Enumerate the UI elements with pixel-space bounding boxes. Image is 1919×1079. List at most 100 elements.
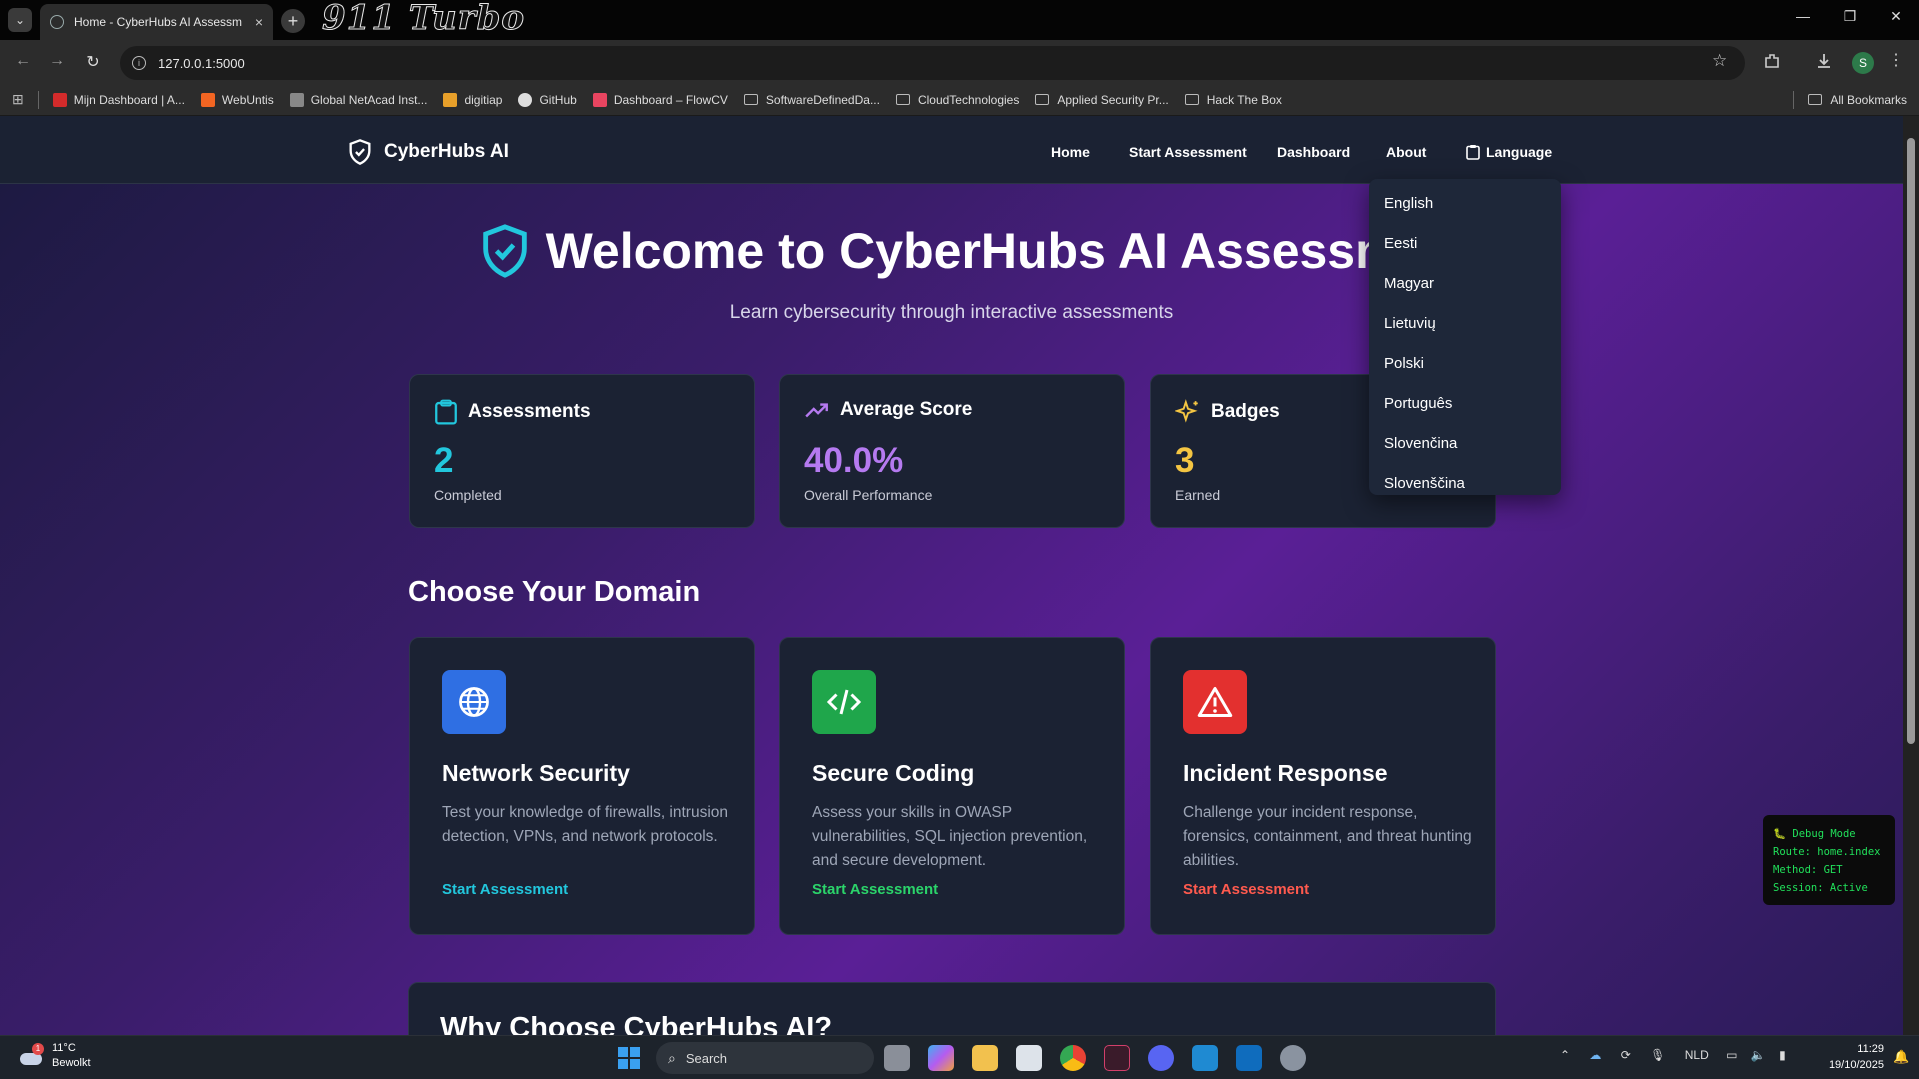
notification-bell-icon[interactable]: 🔔 [1893, 1049, 1909, 1065]
app-logo[interactable]: CyberHubs AI [346, 138, 509, 166]
nav-language[interactable]: Language [1466, 144, 1552, 160]
bookmark-label: Applied Security Pr... [1057, 92, 1169, 107]
weather-widget[interactable]: 1 11°C Bewolkt [18, 1041, 91, 1071]
vscode-icon[interactable] [1192, 1045, 1218, 1071]
bookmark-label: Hack The Box [1206, 92, 1282, 107]
close-window-button[interactable]: ✕ [1873, 8, 1919, 25]
microphone-icon[interactable]: 🎙 [1650, 1048, 1665, 1062]
onedrive-icon[interactable]: ☁ [1589, 1048, 1601, 1062]
language-option-polski[interactable]: Polski [1369, 343, 1561, 383]
bookmark-label: All Bookmarks [1830, 92, 1907, 107]
volume-icon[interactable]: 🔈 [1751, 1048, 1766, 1062]
start-assessment-link[interactable]: Start Assessment [812, 881, 938, 898]
forward-arrow-icon[interactable]: → [46, 52, 68, 70]
network-icon[interactable]: ▭ [1726, 1048, 1737, 1062]
github-icon [518, 92, 533, 107]
browser-tab-active[interactable]: Home - CyberHubs AI Assessm × [40, 4, 273, 40]
chevron-up-icon[interactable]: ⌃ [1560, 1048, 1570, 1062]
language-option-english[interactable]: English [1369, 183, 1561, 223]
domain-icon-box [812, 670, 876, 734]
debug-session: Session: Active [1773, 882, 1868, 894]
clipboard-icon [435, 399, 457, 425]
chrome-icon[interactable] [1060, 1045, 1086, 1071]
outlook-icon[interactable] [1236, 1045, 1262, 1071]
clock-time: 11:29 [1857, 1043, 1884, 1055]
file-explorer-icon[interactable] [972, 1045, 998, 1071]
domain-card-network-security[interactable]: Network Security Test your knowledge of … [409, 637, 755, 935]
folder-icon [895, 94, 910, 105]
language-option-slovenscina[interactable]: Slovenščina [1369, 463, 1561, 503]
profile-avatar[interactable]: S [1852, 52, 1874, 74]
settings-gear-icon[interactable] [1280, 1045, 1306, 1071]
copilot-m365-icon[interactable] [928, 1045, 954, 1071]
bookmark-favicon-icon [592, 92, 607, 107]
bookmark-label: Dashboard – FlowCV [613, 92, 728, 107]
bookmark-folder[interactable]: Applied Security Pr... [1035, 92, 1169, 107]
bookmark-item[interactable]: digitiap [443, 92, 502, 107]
url-text: 127.0.0.1:5000 [158, 55, 245, 71]
domain-title: Incident Response [1183, 760, 1388, 786]
taskbar-search-label: Search [685, 1050, 728, 1066]
language-option-slovencina[interactable]: Slovenčina [1369, 423, 1561, 463]
bookmark-item[interactable]: WebUntis [200, 92, 274, 107]
nav-start-assessment[interactable]: Start Assessment [1129, 144, 1247, 160]
discord-icon[interactable] [1148, 1045, 1174, 1071]
domain-card-incident-response[interactable]: Incident Response Challenge your inciden… [1150, 637, 1496, 935]
new-tab-button[interactable]: + [281, 9, 305, 33]
stat-title: Assessments [468, 401, 591, 422]
language-option-portugues[interactable]: Português [1369, 383, 1561, 423]
windows-start-icon[interactable] [617, 1046, 641, 1070]
bookmark-label: Global NetAcad Inst... [310, 92, 428, 107]
bug-icon: 🐛 [1773, 828, 1787, 840]
start-assessment-link[interactable]: Start Assessment [1183, 881, 1309, 898]
bookmark-folder[interactable]: Hack The Box [1184, 92, 1282, 107]
web-page: CyberHubs AI Home Start Assessment Dashb… [0, 116, 1903, 1035]
clock-date: 19/10/2025 [1828, 1059, 1884, 1071]
bookmark-label: WebUntis [221, 92, 274, 107]
minimize-button[interactable]: — [1780, 8, 1826, 24]
tab-title: Home - CyberHubs AI Assessm [74, 15, 243, 29]
download-icon[interactable] [1815, 52, 1833, 70]
bookmark-item[interactable]: Dashboard – FlowCV [592, 92, 728, 107]
language-option-lietuviu[interactable]: Lietuvių [1369, 303, 1561, 343]
bookmark-item[interactable]: Global NetAcad Inst... [289, 92, 428, 107]
bookmark-folder[interactable]: CloudTechnologies [895, 93, 1019, 107]
back-arrow-icon[interactable]: ← [12, 52, 34, 70]
bookmark-item[interactable]: Mijn Dashboard | A... [52, 92, 185, 107]
battery-icon[interactable]: ▮ [1779, 1048, 1786, 1062]
nav-about[interactable]: About [1386, 144, 1426, 160]
domain-icon-box [1183, 670, 1247, 734]
reload-icon[interactable]: ↻ [82, 52, 104, 72]
sync-icon[interactable]: ⟳ [1621, 1048, 1631, 1062]
folder-icon [1184, 94, 1199, 105]
microsoft-store-icon[interactable] [1016, 1045, 1042, 1071]
site-info-icon[interactable]: i [132, 56, 146, 70]
app-icon[interactable] [1104, 1045, 1130, 1071]
all-bookmarks-button[interactable]: All Bookmarks [1808, 93, 1907, 107]
system-tray: ⌃ ☁ ⟳ 🎙 NLD ▭ 🔈 ▮ [1560, 1048, 1786, 1062]
stat-value: 2 [434, 441, 454, 480]
tab-close-icon[interactable]: × [255, 14, 263, 30]
tab-search-button[interactable]: ⌄ [8, 8, 32, 32]
debug-route: Route: home.index [1773, 846, 1881, 858]
language-option-eesti[interactable]: Eesti [1369, 223, 1561, 263]
task-view-icon[interactable] [884, 1045, 910, 1071]
input-language[interactable]: NLD [1685, 1048, 1709, 1062]
scrollbar-thumb[interactable] [1907, 138, 1915, 744]
start-assessment-link[interactable]: Start Assessment [442, 881, 568, 898]
nav-home[interactable]: Home [1051, 144, 1090, 160]
extensions-icon[interactable] [1763, 52, 1781, 70]
bookmark-folder[interactable]: SoftwareDefinedDa... [743, 93, 880, 107]
taskbar-search[interactable]: ⌕ Search [656, 1042, 874, 1074]
nav-dashboard[interactable]: Dashboard [1277, 144, 1350, 160]
folder-icon [1808, 94, 1823, 105]
bookmark-item[interactable]: GitHub [518, 92, 577, 107]
language-option-magyar[interactable]: Magyar [1369, 263, 1561, 303]
taskbar-clock[interactable]: 11:29 19/10/2025 [1810, 1041, 1884, 1073]
restore-button[interactable]: ❐ [1827, 8, 1873, 25]
domain-card-secure-coding[interactable]: Secure Coding Assess your skills in OWAS… [779, 637, 1125, 935]
address-bar[interactable]: i 127.0.0.1:5000 [120, 46, 1745, 80]
apps-grid-icon[interactable]: ⊞ [12, 91, 24, 108]
browser-menu-icon[interactable]: ⋮ [1888, 50, 1904, 70]
bookmark-star-icon[interactable]: ☆ [1712, 51, 1727, 71]
